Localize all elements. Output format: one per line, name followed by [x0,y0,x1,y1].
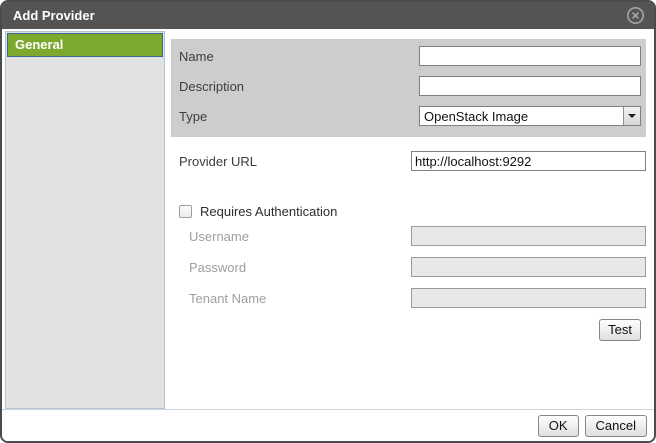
test-button[interactable]: Test [599,319,641,341]
general-fields-group: Name Description Type OpenStack Image [171,39,646,137]
provider-url-row: Provider URL [171,151,646,171]
provider-url-label: Provider URL [179,154,411,169]
provider-url-input[interactable] [411,151,646,171]
dialog-body: General Name Description Type OpenStack … [2,29,654,410]
sidebar-item-general[interactable]: General [7,33,163,57]
tenant-name-row: Tenant Name [171,288,646,308]
type-select-value: OpenStack Image [420,109,623,124]
username-label: Username [179,229,411,244]
auth-fields: Username Password Tenant Name [171,226,646,308]
description-label: Description [179,79,419,94]
username-row: Username [171,226,646,246]
ok-button[interactable]: OK [538,415,579,437]
dialog-footer: OK Cancel [2,410,654,441]
password-input [411,257,646,277]
requires-auth-label: Requires Authentication [200,204,337,219]
name-input[interactable] [419,46,641,66]
cancel-button[interactable]: Cancel [585,415,647,437]
dialog-title: Add Provider [13,8,95,23]
username-input [411,226,646,246]
close-icon[interactable] [626,6,645,25]
type-row: Type OpenStack Image [179,106,641,126]
name-label: Name [179,49,419,64]
dialog-titlebar: Add Provider [2,2,654,29]
description-input[interactable] [419,76,641,96]
name-row: Name [179,46,641,66]
test-row: Test [171,319,646,341]
tenant-name-input [411,288,646,308]
sidebar: General [5,31,165,409]
chevron-down-icon[interactable] [623,107,640,125]
password-label: Password [179,260,411,275]
requires-auth-row: Requires Authentication [171,204,646,219]
type-label: Type [179,109,419,124]
add-provider-dialog: Add Provider General Name Descrip [0,0,656,443]
tenant-name-label: Tenant Name [179,291,411,306]
description-row: Description [179,76,641,96]
password-row: Password [171,257,646,277]
form-content: Name Description Type OpenStack Image [165,31,654,409]
requires-auth-checkbox[interactable] [179,205,192,218]
type-select[interactable]: OpenStack Image [419,106,641,126]
